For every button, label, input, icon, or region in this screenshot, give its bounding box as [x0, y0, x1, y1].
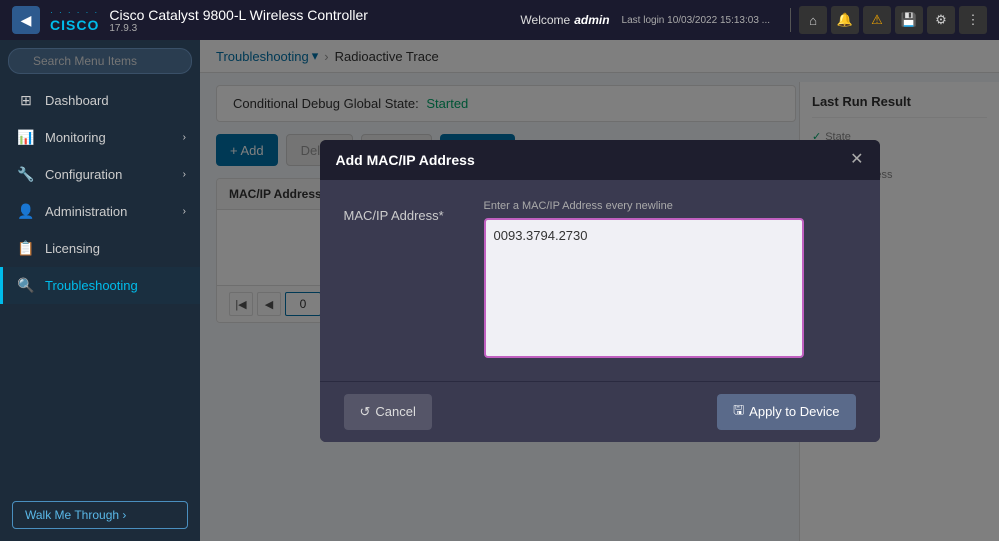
- sidebar-item-label: Monitoring: [45, 130, 106, 145]
- sidebar-item-label: Administration: [45, 204, 127, 219]
- apply-icon: 🖫: [733, 401, 744, 423]
- main-layout: 🔍 ⊞ Dashboard 📊 Monitoring › 🔧 Configura…: [0, 40, 999, 541]
- cisco-logo-text: CISCO: [50, 17, 99, 33]
- cisco-dots: · · · · · ·: [50, 8, 99, 17]
- apply-to-device-button[interactable]: 🖫 Apply to Device: [717, 394, 855, 430]
- sidebar-item-licensing[interactable]: 📋 Licensing: [0, 230, 200, 267]
- cancel-icon: ↺: [360, 404, 371, 420]
- monitoring-icon: 📊: [17, 129, 35, 146]
- app-title-block: Cisco Catalyst 9800-L Wireless Controlle…: [109, 7, 368, 34]
- welcome-label: Welcome: [520, 13, 570, 27]
- warning-icon-button[interactable]: ⚠: [863, 6, 891, 34]
- mac-address-textarea[interactable]: 0093.3794.2730: [484, 218, 804, 358]
- modal-hint: Enter a MAC/IP Address every newline: [484, 200, 804, 212]
- app-title: Cisco Catalyst 9800-L Wireless Controlle…: [109, 7, 368, 23]
- header-left: ◀ · · · · · · CISCO Cisco Catalyst 9800-…: [12, 6, 368, 34]
- save-icon-button[interactable]: 💾: [895, 6, 923, 34]
- modal-footer: ↺ Cancel 🖫 Apply to Device: [320, 381, 880, 442]
- sidebar-item-troubleshooting[interactable]: 🔍 Troubleshooting: [0, 267, 200, 304]
- sidebar-item-label: Dashboard: [45, 93, 109, 108]
- gear-icon-button[interactable]: ⚙: [927, 6, 955, 34]
- add-mac-modal: Add MAC/IP Address ✕ MAC/IP Address* Ent…: [320, 140, 880, 442]
- sidebar-item-monitoring[interactable]: 📊 Monitoring ›: [0, 119, 200, 156]
- sidebar-item-administration[interactable]: 👤 Administration ›: [0, 193, 200, 230]
- modal-body: MAC/IP Address* Enter a MAC/IP Address e…: [320, 180, 880, 381]
- last-login-text: Last login 10/03/2022 15:13:03 ...: [622, 15, 770, 26]
- walk-me-through-label: Walk Me Through ›: [25, 508, 126, 522]
- search-input[interactable]: [8, 48, 192, 74]
- back-button[interactable]: ◀: [12, 6, 40, 34]
- dashboard-icon: ⊞: [17, 92, 35, 109]
- content-area: Troubleshooting ▾ › Radioactive Trace Co…: [200, 40, 999, 541]
- modal-field-label: MAC/IP Address*: [344, 200, 464, 223]
- sidebar-item-label: Licensing: [45, 241, 100, 256]
- modal-textarea-wrap: Enter a MAC/IP Address every newline 009…: [484, 200, 804, 361]
- modal-form-row: MAC/IP Address* Enter a MAC/IP Address e…: [344, 200, 856, 361]
- app-version: 17.9.3: [109, 23, 368, 34]
- configuration-icon: 🔧: [17, 166, 35, 183]
- sidebar-item-label: Configuration: [45, 167, 122, 182]
- header-right: Welcome admin Last login 10/03/2022 15:1…: [520, 6, 987, 34]
- apply-label: Apply to Device: [749, 404, 839, 419]
- cisco-logo: · · · · · · CISCO: [50, 8, 99, 33]
- home-icon-button[interactable]: ⌂: [799, 6, 827, 34]
- troubleshooting-icon: 🔍: [17, 277, 35, 294]
- sidebar-item-configuration[interactable]: 🔧 Configuration ›: [0, 156, 200, 193]
- search-box: 🔍: [0, 40, 200, 82]
- cancel-button[interactable]: ↺ Cancel: [344, 394, 432, 430]
- chevron-right-icon: ›: [183, 169, 186, 180]
- search-wrap: 🔍: [8, 48, 192, 74]
- sidebar-item-dashboard[interactable]: ⊞ Dashboard: [0, 82, 200, 119]
- chevron-right-icon: ›: [183, 206, 186, 217]
- chevron-right-icon: ›: [183, 132, 186, 143]
- sidebar: 🔍 ⊞ Dashboard 📊 Monitoring › 🔧 Configura…: [0, 40, 200, 541]
- licensing-icon: 📋: [17, 240, 35, 257]
- bell-icon-button[interactable]: 🔔: [831, 6, 859, 34]
- sidebar-item-label: Troubleshooting: [45, 278, 138, 293]
- header-divider: [790, 8, 791, 32]
- more-icon-button[interactable]: ⋮: [959, 6, 987, 34]
- cancel-label: Cancel: [375, 404, 415, 419]
- modal-close-button[interactable]: ✕: [850, 152, 863, 168]
- username-label: admin: [574, 13, 609, 27]
- modal-title: Add MAC/IP Address: [336, 152, 475, 168]
- walk-me-through-button[interactable]: Walk Me Through ›: [12, 501, 188, 529]
- app-header: ◀ · · · · · · CISCO Cisco Catalyst 9800-…: [0, 0, 999, 40]
- administration-icon: 👤: [17, 203, 35, 220]
- modal-overlay: Add MAC/IP Address ✕ MAC/IP Address* Ent…: [200, 40, 999, 541]
- modal-header: Add MAC/IP Address ✕: [320, 140, 880, 180]
